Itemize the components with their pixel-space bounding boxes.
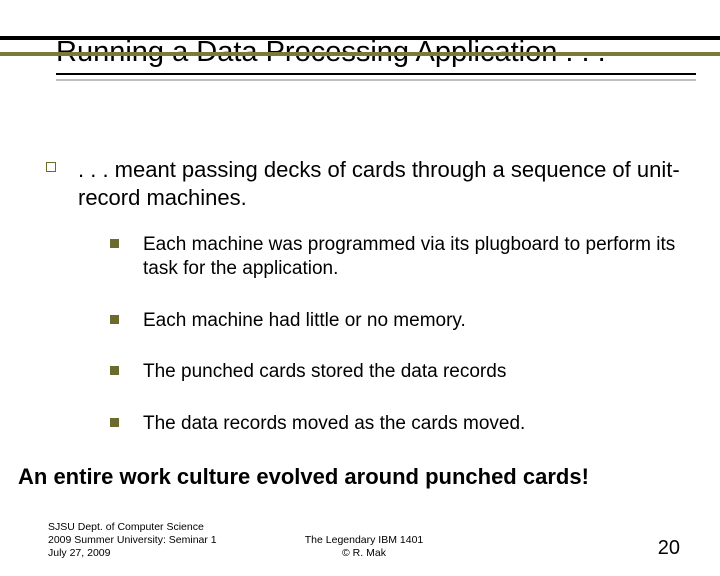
sub-bullet-text: Each machine was programmed via its plug… [143, 233, 684, 281]
callout-text: An entire work culture evolved around pu… [18, 464, 702, 490]
main-bullet-text: . . . meant passing decks of cards throu… [78, 156, 684, 211]
solid-square-bullet-icon [110, 366, 119, 375]
page-number: 20 [658, 537, 680, 560]
slide-body: . . . meant passing decks of cards throu… [46, 156, 684, 464]
footer-center: The Legendary IBM 1401 © R. Mak [305, 534, 424, 560]
sub-bullet-text: Each machine had little or no memory. [143, 309, 466, 333]
hollow-square-bullet-icon [46, 162, 56, 172]
slide: Running a Data Processing Application . … [0, 36, 720, 576]
footer-dept: SJSU Dept. of Computer Science [48, 521, 217, 534]
sub-bullet-list: Each machine was programmed via its plug… [110, 233, 684, 436]
bullet-level2: The data records moved as the cards move… [110, 412, 684, 436]
slide-footer: SJSU Dept. of Computer Science 2009 Summ… [48, 521, 680, 560]
bullet-level2: Each machine had little or no memory. [110, 309, 684, 333]
solid-square-bullet-icon [110, 239, 119, 248]
footer-date: July 27, 2009 [48, 547, 217, 560]
black-bar [0, 36, 720, 40]
solid-square-bullet-icon [110, 418, 119, 427]
olive-bar [0, 52, 720, 56]
title-shadow-line [56, 75, 696, 81]
bullet-level1: . . . meant passing decks of cards throu… [46, 156, 684, 211]
sub-bullet-text: The data records moved as the cards move… [143, 412, 525, 436]
bullet-level2: Each machine was programmed via its plug… [110, 233, 684, 281]
footer-left: SJSU Dept. of Computer Science 2009 Summ… [48, 521, 217, 560]
footer-copyright: © R. Mak [305, 547, 424, 560]
sub-bullet-text: The punched cards stored the data record… [143, 360, 506, 384]
bullet-level2: The punched cards stored the data record… [110, 360, 684, 384]
decorative-top-bars [0, 36, 720, 56]
solid-square-bullet-icon [110, 315, 119, 324]
footer-title: The Legendary IBM 1401 [305, 534, 424, 547]
footer-seminar: 2009 Summer University: Seminar 1 [48, 534, 217, 547]
